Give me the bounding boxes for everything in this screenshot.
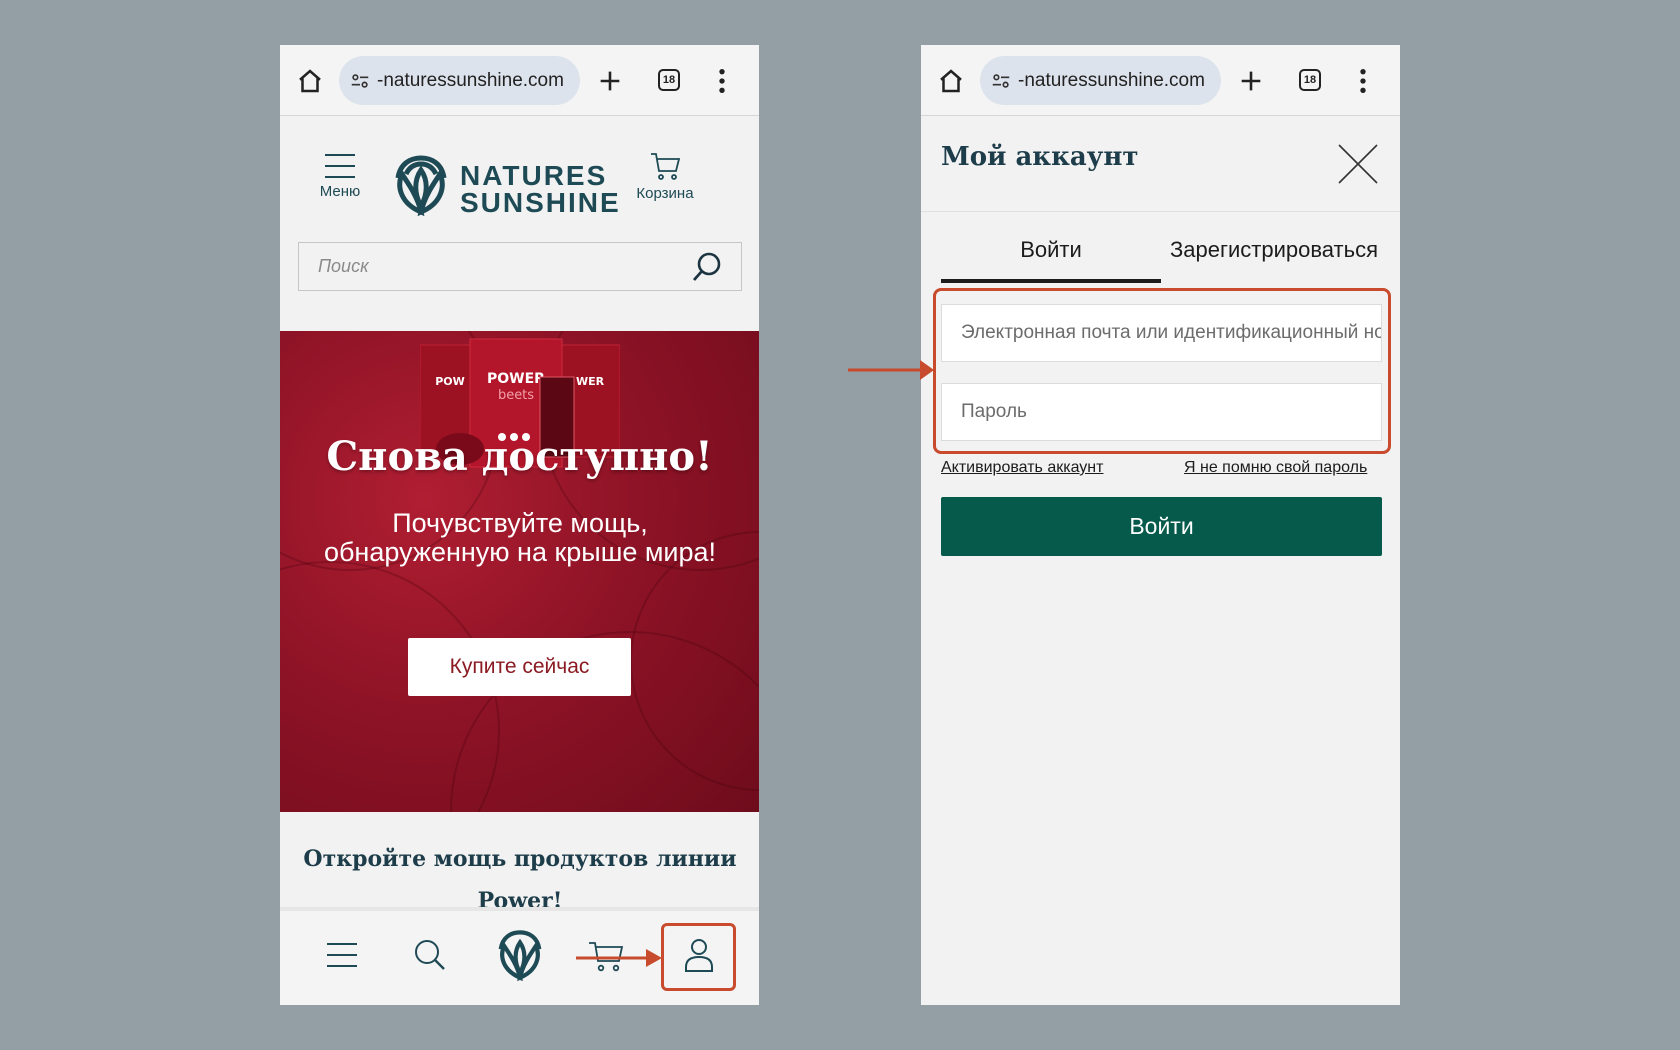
search-icon[interactable] bbox=[691, 251, 723, 283]
logo-text: NATURES SUNSHINE bbox=[460, 160, 621, 218]
home-icon[interactable] bbox=[936, 66, 966, 96]
logo-icon[interactable] bbox=[494, 929, 546, 981]
menu-icon[interactable] bbox=[322, 935, 362, 975]
cart-label: Корзина bbox=[636, 185, 694, 202]
hamburger-icon bbox=[325, 154, 355, 178]
svg-text:WER: WER bbox=[576, 375, 605, 388]
home-icon[interactable] bbox=[295, 66, 325, 96]
phone-screen-home: -naturessunshine.com 18 Меню NATURES SUN… bbox=[280, 45, 759, 1005]
menu-label: Меню bbox=[319, 183, 361, 200]
tabs-count-icon[interactable]: 18 bbox=[1299, 69, 1321, 91]
new-tab-icon[interactable] bbox=[596, 67, 624, 95]
logo-line2: SUNSHINE bbox=[460, 187, 621, 218]
hero-banner[interactable]: POWER beets POW WER Снова доступно! Почу… bbox=[280, 331, 759, 812]
logo-line1: NATURES bbox=[460, 160, 608, 191]
phone-screen-account: -naturessunshine.com 18 Мой аккаунт Войт… bbox=[921, 45, 1400, 1005]
cart-icon bbox=[651, 153, 681, 180]
search-bar bbox=[298, 242, 742, 291]
site-settings-icon[interactable] bbox=[990, 70, 1012, 92]
page-title: Мой аккаунт bbox=[941, 142, 1139, 172]
arrow-to-account-icon bbox=[576, 949, 662, 967]
account-highlight-box bbox=[661, 923, 736, 991]
tab-register[interactable]: Зарегистрироваться bbox=[1161, 233, 1387, 283]
svg-text:POWER: POWER bbox=[487, 371, 545, 387]
account-header: Мой аккаунт bbox=[921, 117, 1400, 212]
new-tab-icon[interactable] bbox=[1237, 67, 1265, 95]
close-icon[interactable] bbox=[1336, 142, 1380, 186]
hero-title: Снова доступно! bbox=[326, 433, 713, 480]
address-bar[interactable]: -naturessunshine.com bbox=[339, 56, 580, 105]
tabs-count-icon[interactable]: 18 bbox=[658, 69, 680, 91]
site-header: Меню NATURES SUNSHINE Корзина bbox=[280, 117, 759, 222]
svg-text:POW: POW bbox=[435, 375, 465, 388]
more-icon[interactable] bbox=[1357, 67, 1369, 95]
email-field[interactable] bbox=[941, 304, 1382, 362]
site-settings-icon[interactable] bbox=[349, 70, 371, 92]
cart-button[interactable]: Корзина bbox=[630, 151, 700, 213]
url-text: -naturessunshine.com bbox=[1018, 69, 1205, 91]
svg-text:beets: beets bbox=[498, 388, 534, 403]
menu-button[interactable]: Меню bbox=[310, 153, 370, 213]
password-field[interactable] bbox=[941, 383, 1382, 441]
more-icon[interactable] bbox=[716, 67, 728, 95]
url-text: -naturessunshine.com bbox=[377, 69, 564, 91]
search-icon[interactable] bbox=[410, 935, 450, 975]
forgot-password-link[interactable]: Я не помню свой пароль bbox=[1184, 459, 1367, 477]
browser-toolbar: -naturessunshine.com 18 bbox=[921, 45, 1400, 116]
search-input[interactable] bbox=[299, 243, 679, 289]
sunshine-logo-icon bbox=[395, 155, 447, 216]
browser-toolbar: -naturessunshine.com 18 bbox=[280, 45, 759, 116]
brand-logo[interactable]: NATURES SUNSHINE bbox=[390, 152, 619, 218]
hero-subtitle: Почувствуйте мощь, обнаруженную на крыше… bbox=[323, 508, 717, 567]
address-bar[interactable]: -naturessunshine.com bbox=[980, 56, 1221, 105]
login-button[interactable]: Войти bbox=[941, 497, 1382, 556]
buy-now-button[interactable]: Купите сейчас bbox=[408, 638, 631, 696]
tab-login[interactable]: Войти bbox=[941, 233, 1161, 283]
activate-account-link[interactable]: Активировать аккаунт bbox=[941, 459, 1103, 477]
arrow-to-login-fields bbox=[848, 360, 934, 380]
